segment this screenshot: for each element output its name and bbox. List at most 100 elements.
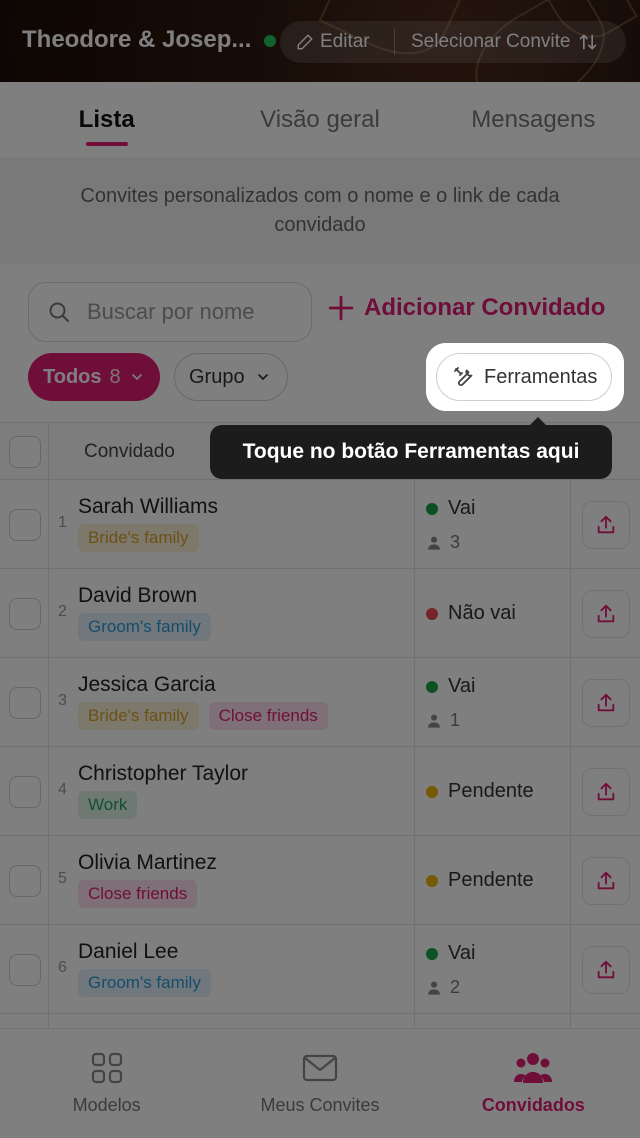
row-number: 5 bbox=[58, 870, 67, 887]
column-divider bbox=[48, 658, 49, 746]
table-row[interactable]: 1 Sarah Williams Bride's family Vai 3 bbox=[0, 480, 640, 569]
party-size: 2 bbox=[426, 977, 460, 998]
party-size: 1 bbox=[426, 710, 460, 731]
table-row[interactable] bbox=[0, 1014, 640, 1028]
share-button[interactable] bbox=[582, 857, 630, 905]
tab-mensagens[interactable]: Mensagens bbox=[427, 82, 640, 158]
column-divider bbox=[48, 1014, 49, 1028]
share-button[interactable] bbox=[582, 501, 630, 549]
column-divider bbox=[48, 569, 49, 657]
status-label: Pendente bbox=[448, 869, 534, 891]
header-actions: Editar Selecionar Convite bbox=[280, 21, 626, 63]
nav-templates[interactable]: Modelos bbox=[0, 1029, 213, 1138]
party-count: 3 bbox=[450, 532, 461, 552]
share-button[interactable] bbox=[582, 590, 630, 638]
share-button[interactable] bbox=[582, 768, 630, 816]
people-icon bbox=[514, 1053, 553, 1083]
bottom-nav: Modelos Meus Convites Convidados bbox=[0, 1028, 640, 1138]
status-label: Não vai bbox=[448, 602, 516, 624]
status-label: Vai bbox=[448, 497, 476, 519]
nav-label: Convidados bbox=[481, 1095, 585, 1115]
column-divider bbox=[570, 480, 571, 568]
column-divider bbox=[414, 925, 415, 1013]
chevron-down-icon bbox=[257, 374, 268, 381]
row-checkbox[interactable] bbox=[9, 865, 41, 897]
swap-icon bbox=[580, 34, 597, 50]
party-count: 1 bbox=[450, 710, 461, 730]
table-row[interactable]: 4 Christopher Taylor Work Pendente bbox=[0, 747, 640, 836]
guest-tag: Bride's family bbox=[78, 702, 199, 730]
person-icon bbox=[428, 981, 440, 995]
row-checkbox[interactable] bbox=[9, 509, 41, 541]
row-number: 2 bbox=[58, 603, 67, 620]
share-icon bbox=[597, 960, 615, 979]
table-row[interactable]: 2 David Brown Groom's family Não vai bbox=[0, 569, 640, 658]
status-label: Vai bbox=[448, 942, 476, 964]
column-divider bbox=[570, 1014, 571, 1028]
column-divider bbox=[414, 836, 415, 924]
nav-my-invitations[interactable]: Meus Convites bbox=[213, 1029, 426, 1138]
search-box[interactable] bbox=[28, 282, 312, 342]
column-divider bbox=[570, 836, 571, 924]
person-icon bbox=[428, 536, 440, 550]
row-number: 1 bbox=[58, 514, 67, 531]
nav-label: Meus Convites bbox=[260, 1095, 380, 1115]
tools-button[interactable]: Ferramentas bbox=[436, 353, 612, 401]
filter-group-chip[interactable]: Grupo bbox=[174, 353, 288, 401]
chevron-down-icon bbox=[131, 374, 142, 381]
row-checkbox[interactable] bbox=[9, 954, 41, 986]
guest-name: Jessica Garcia bbox=[78, 673, 216, 696]
status-dot bbox=[426, 785, 438, 798]
row-number: 3 bbox=[58, 692, 67, 709]
edit-button[interactable]: Editar bbox=[280, 21, 394, 63]
row-checkbox[interactable] bbox=[9, 776, 41, 808]
share-button[interactable] bbox=[582, 679, 630, 727]
guest-name: Sarah Williams bbox=[78, 495, 219, 518]
select-all-checkbox[interactable] bbox=[9, 436, 41, 468]
share-icon bbox=[597, 782, 615, 801]
envelope-icon bbox=[302, 1054, 338, 1082]
column-divider bbox=[570, 925, 571, 1013]
tab-visao-geral[interactable]: Visão geral bbox=[213, 82, 426, 158]
guest-name: Olivia Martinez bbox=[78, 851, 217, 874]
rsvp-status: Pendente bbox=[426, 780, 534, 803]
share-button[interactable] bbox=[582, 946, 630, 994]
filter-group-label: Grupo bbox=[189, 365, 245, 388]
status-label: Pendente bbox=[448, 780, 534, 802]
nav-guests[interactable]: Convidados bbox=[427, 1029, 640, 1138]
plus-icon bbox=[328, 295, 354, 321]
share-icon bbox=[597, 604, 615, 623]
guest-name: Christopher Taylor bbox=[78, 762, 249, 785]
row-number: 4 bbox=[58, 781, 67, 798]
select-invitation-label: Selecionar Convite bbox=[411, 31, 571, 52]
guest-tag: Close friends bbox=[208, 702, 328, 730]
search-icon bbox=[49, 302, 69, 322]
column-divider bbox=[570, 747, 571, 835]
tools-label: Ferramentas bbox=[484, 365, 598, 388]
app-header: Theodore & Josep... Editar Selecionar Co… bbox=[0, 0, 640, 82]
row-checkbox[interactable] bbox=[9, 598, 41, 630]
grid-icon bbox=[91, 1052, 122, 1084]
column-divider bbox=[48, 925, 49, 1013]
rsvp-status: Vai bbox=[426, 497, 475, 520]
column-divider bbox=[48, 836, 49, 924]
row-checkbox[interactable] bbox=[9, 687, 41, 719]
column-divider bbox=[570, 569, 571, 657]
add-guest-button[interactable]: Adicionar Convidado bbox=[328, 294, 605, 322]
column-divider bbox=[48, 747, 49, 835]
column-divider bbox=[48, 423, 49, 479]
description-banner: Convites personalizados com o nome e o l… bbox=[0, 158, 640, 264]
select-invitation-button[interactable]: Selecionar Convite bbox=[395, 21, 598, 63]
table-row[interactable]: 6 Daniel Lee Groom's family Vai 2 bbox=[0, 925, 640, 1014]
tab-bar: Lista Visão geral Mensagens bbox=[0, 82, 640, 158]
tab-lista[interactable]: Lista bbox=[0, 82, 213, 158]
filter-all-chip[interactable]: Todos 8 bbox=[28, 353, 160, 401]
status-label: Vai bbox=[448, 675, 476, 697]
table-row[interactable]: 3 Jessica Garcia Bride's family Close fr… bbox=[0, 658, 640, 747]
search-input[interactable] bbox=[87, 299, 257, 325]
status-dot bbox=[426, 607, 438, 620]
guest-tag: Close friends bbox=[78, 880, 198, 908]
table-row[interactable]: 5 Olivia Martinez Close friends Pendente bbox=[0, 836, 640, 925]
pencil-icon bbox=[297, 34, 313, 50]
status-dot bbox=[426, 874, 438, 887]
